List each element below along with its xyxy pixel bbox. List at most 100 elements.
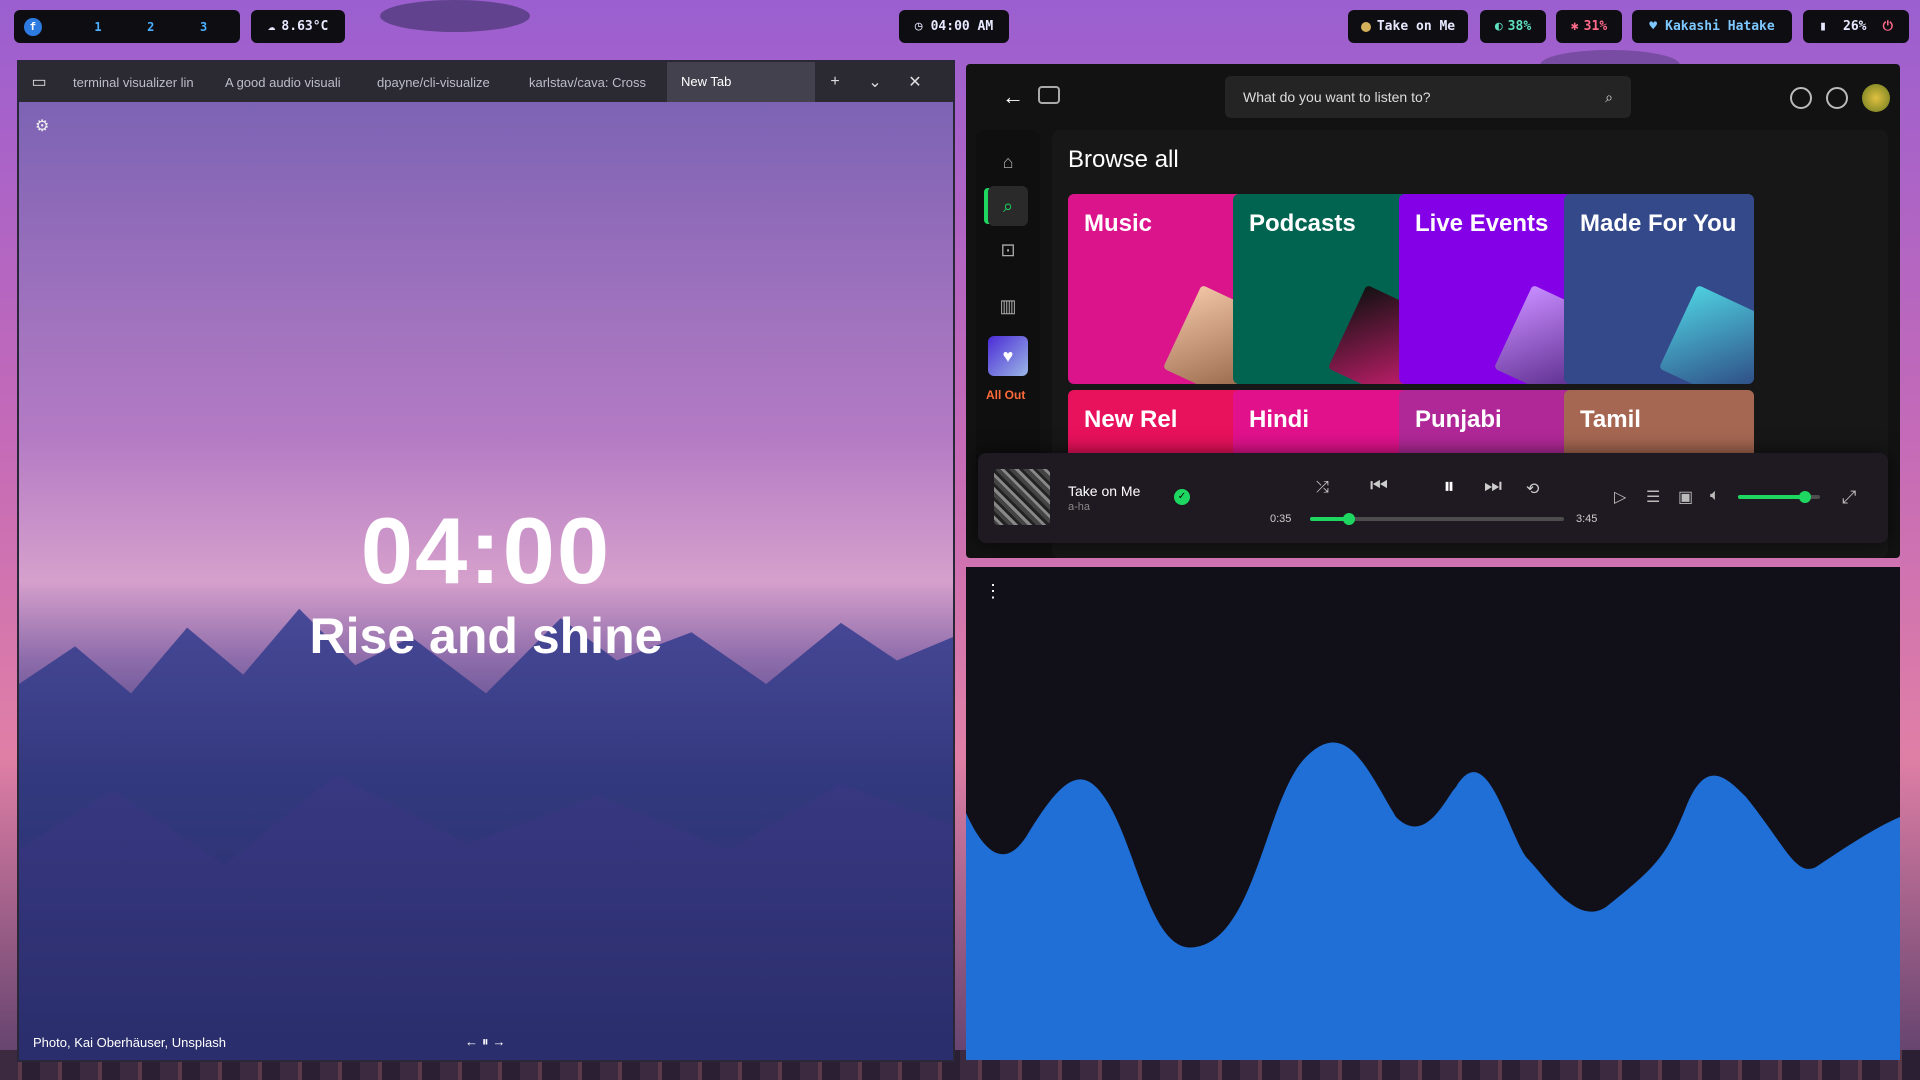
- photo-credit[interactable]: Photo, Kai Oberhäuser, Unsplash: [33, 1035, 226, 1050]
- library-icon[interactable]: ▥: [988, 286, 1028, 326]
- tab-cli-visualizer[interactable]: dpayne/cli-visualize: [363, 75, 515, 90]
- now-playing-title: Take on Me: [1376, 19, 1456, 34]
- user-widget[interactable]: ♥ Kakashi Hatake: [1632, 10, 1792, 43]
- visualizer-wave-path: [966, 742, 1900, 1060]
- shuffle-icon[interactable]: ⤮: [1316, 479, 1329, 497]
- music-dot-icon: [1360, 21, 1371, 32]
- now-playing-widget[interactable]: Take on Me: [1348, 10, 1468, 43]
- create-icon[interactable]: ⊡: [988, 230, 1028, 270]
- tab-bar: ▭ terminal visualizer lin A good audio v…: [19, 62, 953, 102]
- new-tab-plus-icon[interactable]: +: [815, 73, 855, 91]
- search-input[interactable]: What do you want to listen to? ⌕: [1225, 76, 1631, 118]
- avatar[interactable]: [1862, 84, 1890, 112]
- cpu-widget[interactable]: ◐ 38%: [1480, 10, 1546, 43]
- card-podcasts[interactable]: Podcasts: [1233, 194, 1423, 384]
- track-artist[interactable]: a-ha: [1068, 501, 1090, 513]
- album-cover[interactable]: [994, 469, 1050, 525]
- search-placeholder: What do you want to listen to?: [1243, 89, 1431, 105]
- friends-icon[interactable]: [1826, 87, 1848, 109]
- clock-icon: ◷: [914, 19, 923, 34]
- card-label: Punjabi: [1415, 406, 1502, 433]
- new-tab-page: ⚙ 04:00 Rise and shine Photo, Kai Oberhä…: [19, 102, 953, 1060]
- liked-songs-heart-icon[interactable]: ♥: [988, 336, 1028, 376]
- memory-icon: ✱: [1570, 19, 1579, 34]
- card-label: Made For You: [1580, 210, 1737, 237]
- search-nav-icon[interactable]: ⌕: [988, 186, 1028, 226]
- tab-new-tab[interactable]: New Tab: [667, 62, 815, 102]
- browse-title: Browse all: [1068, 146, 1179, 173]
- now-playing-view-icon[interactable]: ▷: [1614, 487, 1626, 507]
- battery-widget[interactable]: ▮ 26% ⏻: [1803, 10, 1909, 43]
- arrow-right-icon[interactable]: →: [493, 1034, 510, 1049]
- pause-icon[interactable]: ⏸: [482, 1034, 493, 1049]
- memory-usage: 31%: [1583, 19, 1608, 34]
- home-icon[interactable]: ⌂: [988, 142, 1028, 182]
- tab-cava[interactable]: karlstav/cava: Cross: [515, 75, 667, 90]
- elapsed-time: 0:35: [1270, 513, 1292, 525]
- track-title[interactable]: Take on Me: [1068, 483, 1140, 499]
- card-hindi[interactable]: Hindi: [1233, 390, 1423, 460]
- wallpaper-nav: ←⏸→: [465, 1034, 510, 1050]
- arrow-left-icon[interactable]: ←: [465, 1034, 482, 1049]
- tab-audio-visualizer[interactable]: A good audio visuali: [211, 75, 363, 90]
- weather-widget[interactable]: ☁ 8.63°C: [251, 10, 345, 43]
- top-right-icons: [1790, 84, 1890, 112]
- workspace-1-button[interactable]: 1: [72, 20, 125, 34]
- card-label: Tamil: [1580, 406, 1641, 433]
- card-new-releases[interactable]: New Rel: [1068, 390, 1258, 460]
- tab-terminal-visualizer[interactable]: terminal visualizer lin: [59, 75, 211, 90]
- progress-bar[interactable]: [1310, 513, 1564, 525]
- saved-check-icon[interactable]: ✓: [1174, 489, 1190, 505]
- volume-slider[interactable]: [1738, 491, 1820, 503]
- card-live-events[interactable]: Live Events: [1399, 194, 1589, 384]
- weather-temp: 8.63°C: [281, 19, 329, 34]
- battery-icon: ▮: [1819, 19, 1827, 34]
- settings-gear-icon[interactable]: ⚙: [35, 116, 49, 136]
- bell-icon[interactable]: [1790, 87, 1812, 109]
- audio-visualizer-window: ⋮: [966, 567, 1900, 1060]
- tab-overview-icon[interactable]: ▭: [19, 72, 59, 92]
- next-icon[interactable]: ⏭: [1484, 475, 1502, 498]
- card-label: Hindi: [1249, 406, 1309, 433]
- playlist-all-out[interactable]: All Out: [986, 388, 1025, 402]
- card-punjabi[interactable]: Punjabi: [1399, 390, 1589, 460]
- tab-list-chevron-icon[interactable]: ⌄: [855, 72, 895, 92]
- card-tamil[interactable]: Tamil: [1564, 390, 1754, 460]
- newtab-greeting: Rise and shine: [309, 608, 663, 664]
- back-arrow-icon[interactable]: ←: [1002, 84, 1024, 110]
- card-label: Music: [1084, 210, 1153, 237]
- now-playing-bar: Take on Me a-ha ✓ ⤮ ⏮ ⏸ ⏭ ⟲ 0:35 3:45 ▷ …: [978, 453, 1888, 543]
- left-rail: ⌂ ⌕ ⊡ ▥ ♥ All Out: [976, 130, 1040, 478]
- pause-button[interactable]: ⏸: [1432, 469, 1466, 503]
- card-label: Podcasts: [1249, 210, 1356, 237]
- workspace-2-button[interactable]: 2: [124, 20, 177, 34]
- fullscreen-icon[interactable]: ⤢: [1842, 487, 1856, 508]
- visualizer-wave: [966, 742, 1900, 1060]
- clock-widget[interactable]: ◷ 04:00 AM: [899, 10, 1009, 43]
- card-made-for-you[interactable]: Made For You: [1564, 194, 1754, 384]
- heart-icon: ♥: [1649, 19, 1658, 34]
- memory-widget[interactable]: ✱ 31%: [1556, 10, 1622, 43]
- clock-time: 04:00 AM: [930, 19, 994, 34]
- card-label: Live Events: [1415, 210, 1549, 237]
- volume-knob[interactable]: [1799, 491, 1812, 503]
- card-music[interactable]: Music: [1068, 194, 1258, 384]
- progress-knob[interactable]: [1343, 513, 1356, 525]
- newtab-clock: 04:00: [360, 498, 612, 603]
- card-art: [1658, 284, 1754, 384]
- volume-icon[interactable]: 🔈︎: [1710, 487, 1720, 505]
- cpu-usage: 38%: [1507, 19, 1532, 34]
- cpu-icon: ◐: [1494, 19, 1503, 34]
- previous-icon[interactable]: ⏮: [1370, 475, 1388, 498]
- queue-icon[interactable]: ☰: [1646, 487, 1660, 507]
- distro-logo-icon[interactable]: f: [24, 17, 42, 36]
- device-icon[interactable]: [1038, 86, 1060, 104]
- workspace-3-button[interactable]: 3: [177, 20, 230, 34]
- search-icon: ⌕: [1605, 88, 1613, 105]
- close-window-icon[interactable]: ✕: [895, 72, 935, 92]
- power-icon[interactable]: ⏻: [1883, 19, 1893, 34]
- repeat-icon[interactable]: ⟲: [1526, 479, 1539, 499]
- browser-window: ▭ terminal visualizer lin A good audio v…: [17, 60, 955, 1062]
- connect-device-icon[interactable]: ▣: [1678, 487, 1693, 507]
- volume-fill: [1738, 495, 1806, 499]
